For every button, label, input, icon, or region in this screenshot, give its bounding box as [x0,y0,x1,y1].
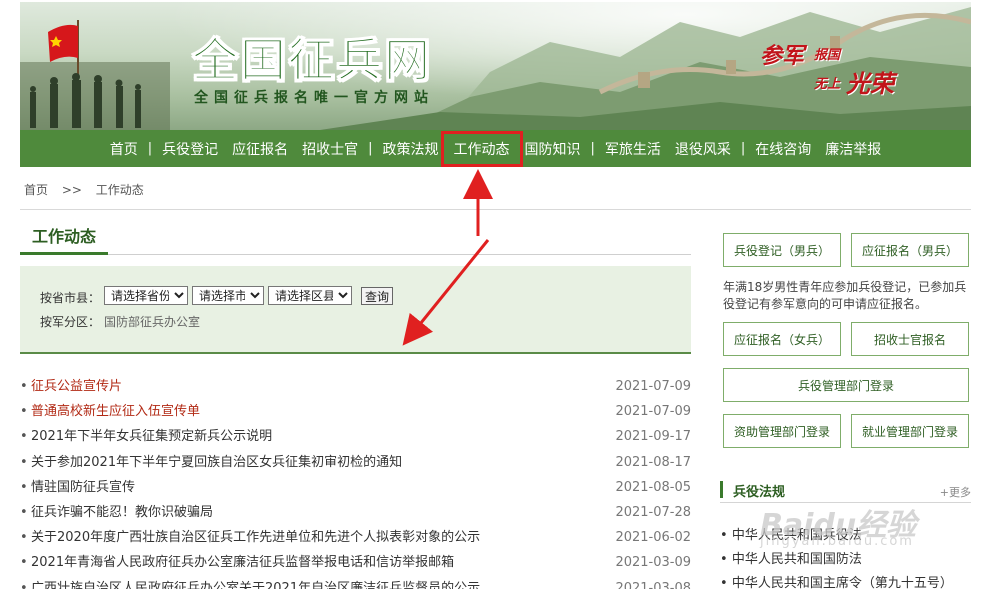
baidu-watermark-logo: Baidu经验 jingyan.baidu.com [760,508,917,549]
nav-separator: | [740,141,746,156]
news-title[interactable]: 情驻国防征兵宣传 [31,477,135,498]
news-title[interactable]: 普通高校新生应征入伍宣传单 [31,401,200,422]
province-select[interactable]: 请选择省份 [104,286,188,305]
news-row[interactable]: • 广西壮族自治区人民政府征兵办公室关于2021年自治区廉洁征兵监督员的公示 202… [20,578,691,589]
law-more-link[interactable]: +更多 [940,484,971,500]
news-row[interactable]: • 关于2020年度广西壮族自治区征兵工作先进单位和先进个人拟表彰对象的公示 202… [20,527,691,552]
nav-home[interactable]: 首页 [103,139,145,159]
nav-enlistment-application[interactable]: 应征报名 [225,139,295,159]
section-title: 工作动态 [20,225,109,255]
bullet-icon: • [20,404,28,420]
section-header: 工作动态 [20,225,691,255]
breadcrumb-current: 工作动态 [95,183,144,197]
employment-dept-login-button[interactable]: 就业管理部门登录 [851,414,969,448]
slogan-part-3: 无上 [814,77,841,92]
military-dept-login-button[interactable]: 兵役管理部门登录 [723,368,969,402]
breadcrumb: 首页 >> 工作动态 [24,181,154,198]
aid-dept-login-button[interactable]: 资助管理部门登录 [723,414,841,448]
divider [20,209,971,210]
nav-integrity-report[interactable]: 廉洁举报 [818,139,888,159]
filter-label-district: 按军分区： [40,315,101,329]
breadcrumb-separator: >> [61,183,82,197]
nav-military-life[interactable]: 军旅生活 [598,139,668,159]
nav-military-registration[interactable]: 兵役登记 [155,139,225,159]
bullet-icon: • [20,429,28,445]
nav-separator: | [368,141,373,156]
news-row[interactable]: • 征兵诈骗不能忍！教你识破骗局 2021-07-28 [20,502,691,527]
news-date: 2021-08-17 [615,454,691,470]
nav-separator: | [590,141,595,156]
news-date: 2021-07-09 [615,379,691,394]
news-row[interactable]: • 情驻国防征兵宣传 2021-08-05 [20,477,691,502]
district-value[interactable]: 国防部征兵办公室 [104,313,200,330]
bullet-icon: • [20,454,28,470]
news-row[interactable]: • 征兵公益宣传片 2021-07-09 [20,376,691,401]
bullet-icon: • [20,504,28,520]
news-date: 2021-09-17 [615,429,691,445]
county-select[interactable]: 请选择区县 [268,286,352,305]
bullet-icon: • [20,379,28,394]
law-section-title: 兵役法规 [733,485,786,500]
register-male-button[interactable]: 兵役登记（男兵） [723,233,841,267]
query-button[interactable]: 查询 [361,287,394,305]
great-wall-scene [20,7,971,130]
news-date: 2021-07-09 [615,404,691,420]
site-title: 全国征兵网 [192,33,432,88]
news-title[interactable]: 关于2020年度广西壮族自治区征兵工作先进单位和先进个人拟表彰对象的公示 [31,527,480,548]
bullet-icon: • [20,580,28,589]
news-row[interactable]: • 关于参加2021年下半年宁夏回族自治区女兵征集初审初检的通知 2021-08-1… [20,452,691,477]
apply-female-button[interactable]: 应征报名（女兵） [723,322,841,356]
news-title[interactable]: 2021年青海省人民政府征兵办公室廉洁征兵监督举报电话和信访举报邮箱 [31,552,454,573]
breadcrumb-home[interactable]: 首页 [24,183,48,197]
nav-defense-knowledge[interactable]: 国防知识 [518,139,588,159]
news-title[interactable]: 广西壮族自治区人民政府征兵办公室关于2021年自治区廉洁征兵监督员的公示 [31,578,480,589]
filter-label-region: 按省市县： [40,291,101,305]
bullet-icon: • [20,530,28,546]
main-nav: 首页 | 兵役登记 应征报名 招收士官 | 政策法规 工作动态 国防知识 | 军… [20,130,971,167]
news-title[interactable]: 征兵公益宣传片 [31,376,122,397]
nco-application-button[interactable]: 招收士官报名 [851,322,969,356]
news-list: • 征兵公益宣传片 2021-07-09 • 普通高校新生应征入伍宣传单 2021-07-… [20,376,691,589]
nav-nco-recruitment[interactable]: 招收士官 [295,139,365,159]
news-row[interactable]: • 普通高校新生应征入伍宣传单 2021-07-09 [20,401,691,426]
news-row[interactable]: • 2021年青海省人民政府征兵办公室廉洁征兵监督举报电话和信访举报邮箱 2021-… [20,552,691,577]
nav-work-updates[interactable]: 工作动态 [440,130,523,167]
law-item[interactable]: • 中华人民共和国国防法 [720,550,971,574]
apply-male-button[interactable]: 应征报名（男兵） [851,233,969,267]
news-title[interactable]: 征兵诈骗不能忍！教你识破骗局 [31,502,213,523]
news-date: 2021-07-28 [615,504,691,520]
city-select[interactable]: 请选择市 [192,286,264,305]
news-row[interactable]: • 2021年下半年女兵征集预定新兵公示说明 2021-09-17 [20,426,691,451]
news-date: 2021-03-08 [615,580,691,589]
nav-online-consult[interactable]: 在线咨询 [748,139,818,159]
news-date: 2021-08-05 [615,479,691,495]
bullet-icon: • [20,555,28,571]
nav-veteran-stories[interactable]: 退役风采 [668,139,738,159]
bullet-icon: • [20,479,28,495]
section-marker [720,481,723,498]
news-date: 2021-06-02 [615,530,691,546]
header-banner: 全国征兵网 全国征兵报名唯一官方网站 参军 报国 无上 光荣 [20,2,971,130]
news-title[interactable]: 关于参加2021年下半年宁夏回族自治区女兵征集初审初检的通知 [31,452,402,473]
region-filter-panel: 按省市县： 请选择省份 请选择市 请选择区县 查询 按军分区： 国防部征兵办公室 [20,266,691,354]
news-date: 2021-03-09 [615,555,691,571]
slogan-part-1: 参军 [760,43,805,69]
slogan-part-4: 光荣 [846,69,894,98]
site-subtitle: 全国征兵报名唯一官方网站 [194,90,434,106]
nav-separator: | [147,141,153,156]
law-item[interactable]: • 中华人民共和国主席令（第九十五号） [720,574,971,589]
news-title[interactable]: 2021年下半年女兵征集预定新兵公示说明 [31,426,272,447]
registration-description: 年满18岁男性青年应参加兵役登记，已参加兵役登记有参军意向的可申请应征报名。 [723,280,967,311]
nav-policy-regulations[interactable]: 政策法规 [376,139,446,159]
slogan-part-2: 报国 [814,48,841,63]
